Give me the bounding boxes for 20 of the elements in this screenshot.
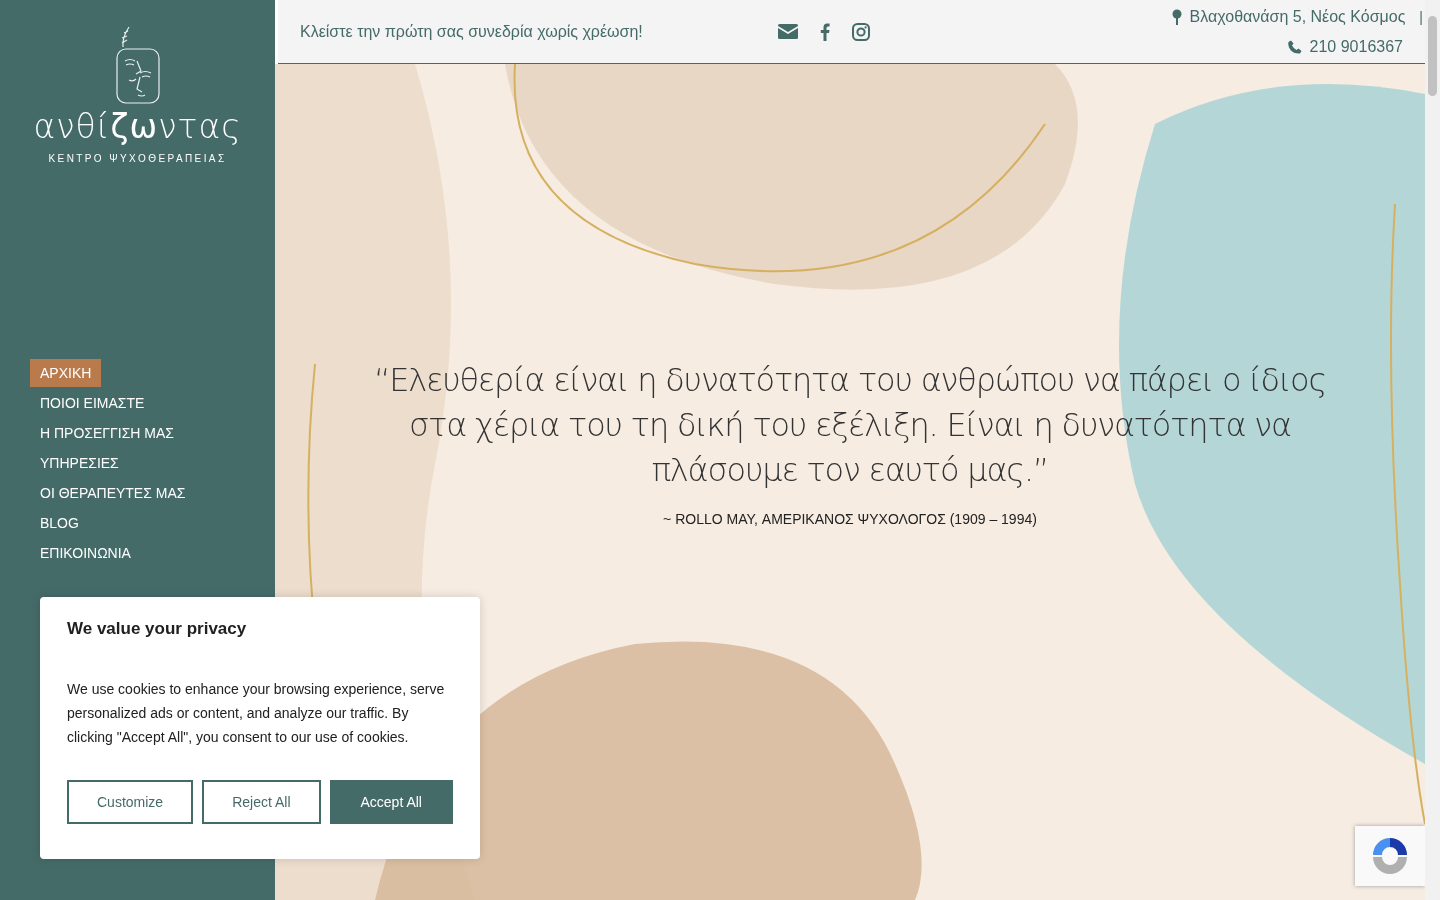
quote-author: ~ ROLLO MAY, ΑΜΕΡΙΚΑΝΟΣ ΨΥΧΟΛΟΓΟΣ (1909 – 1994) — [662, 510, 1038, 527]
promo-text: Κλείστε την πρώτη σας συνεδρία χωρίς χρέωση! — [300, 22, 644, 41]
separator-text: | — [1419, 8, 1423, 25]
cookie-button[interactable]: Accept All — [329, 780, 453, 824]
nav-link[interactable]: ΑΡΧΙΚΗ — [30, 358, 102, 387]
nav-link[interactable]: ΕΠΙΚΟΙΝΩΝΙΑ — [30, 538, 141, 567]
nav-link[interactable]: BLOG — [30, 508, 89, 537]
cookie-title: We value your privacy — [67, 619, 248, 639]
cookie-button[interactable]: Customize — [67, 780, 194, 824]
quote-text: “Ελευθερία είναι η δυνατότητα του ανθρώπου να πάρει ο ίδιος στα χέρια του τη δική του εξέλιξη. Είναι η δυνατότητα να πλάσουμε τον εαυτό μας.” — [372, 359, 1328, 491]
logo-tagline: ΚΕΝΤΡΟ ΨΥΧΟΘΕΡΑΠΕΙΑΣ — [48, 152, 227, 164]
phone-link[interactable]: 210 9016367 — [1309, 37, 1403, 56]
nav-link[interactable]: ΟΙ ΘΕΡΑΠΕΥΤΕΣ ΜΑΣ — [30, 478, 196, 507]
address-text: Βλαχοθανάση 5, Νέος Κόσμος — [1189, 7, 1406, 26]
cookie-button[interactable]: Reject All — [202, 780, 321, 824]
nav-link[interactable]: ΠΟΙΟΙ ΕΙΜΑΣΤΕ — [30, 388, 155, 417]
nav-link[interactable]: ΥΠΗΡΕΣΙΕΣ — [30, 448, 129, 477]
logo-wordmark[interactable]: ανθίζωντας — [33, 107, 242, 147]
cookie-text: We use cookies to enhance your browsing experience, serve personalized ads or content, and analyze our traffic. By clicking "Accept All", you consent to our use of cookies. — [67, 680, 446, 747]
nav-link[interactable]: Η ΠΡΟΣΕΓΓΙΣΗ ΜΑΣ — [30, 418, 184, 447]
